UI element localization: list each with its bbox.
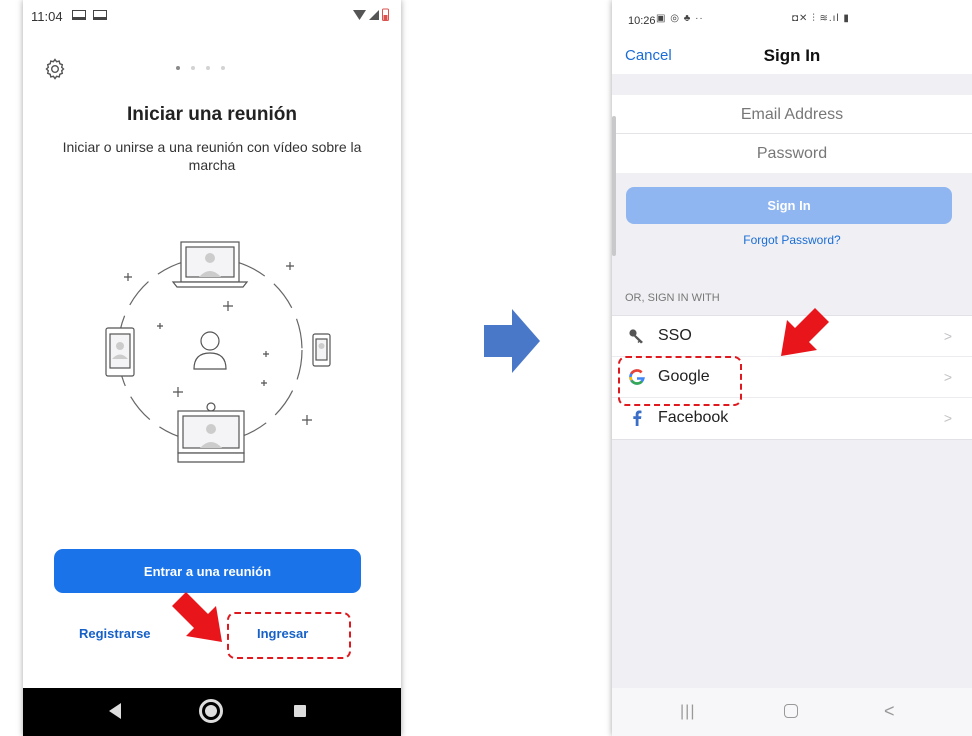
page-subtitle: Iniciar o unirse a una reunión con vídeo…	[62, 139, 362, 173]
red-pointer-arrow-icon	[781, 308, 829, 356]
back-icon[interactable]: <	[884, 701, 895, 722]
recent-apps-icon[interactable]: |||	[680, 703, 695, 721]
status-bar: 11:04	[23, 0, 401, 34]
page-indicator	[176, 66, 225, 70]
back-icon[interactable]	[109, 703, 121, 719]
zoom-signin-screen: 10:26 ▣ ◎ ♣ ·· ◘✕ ⫶ ≋.ıl ▮ Cancel Sign I…	[612, 0, 972, 736]
highlight-box	[227, 612, 351, 659]
register-link[interactable]: Registrarse	[79, 626, 151, 641]
home-icon[interactable]	[199, 699, 223, 723]
signin-with-label: OR, SIGN IN WITH	[625, 292, 720, 304]
provider-label: SSO	[658, 327, 692, 344]
join-meeting-button[interactable]: Entrar a una reunión	[54, 549, 361, 593]
signin-button[interactable]: Sign In	[626, 187, 952, 224]
home-icon[interactable]	[784, 704, 798, 718]
status-icons	[353, 8, 389, 21]
forgot-password-link[interactable]: Forgot Password?	[612, 233, 972, 247]
signin-header: 10:26 ▣ ◎ ♣ ·· ◘✕ ⫶ ≋.ıl ▮ Cancel Sign I…	[612, 0, 972, 74]
facebook-icon	[633, 410, 642, 426]
wifi-icon	[353, 9, 366, 20]
chevron-right-icon: >	[943, 328, 952, 344]
status-system-icons: ◘✕ ⫶ ≋.ıl ▮	[792, 13, 850, 24]
key-icon	[629, 329, 643, 344]
chevron-right-icon: >	[943, 369, 952, 385]
password-field[interactable]: Password	[612, 134, 972, 173]
page-title: Sign In	[763, 46, 821, 65]
page-title: Iniciar una reunión	[127, 104, 297, 125]
credentials-form: Email Address Password	[612, 95, 972, 173]
settings-gear-icon[interactable]	[43, 57, 67, 81]
red-pointer-arrow-icon	[172, 592, 222, 642]
chevron-right-icon: >	[943, 410, 952, 426]
notification-icon	[93, 10, 107, 20]
recent-apps-icon[interactable]	[294, 705, 306, 717]
page-dot	[206, 66, 210, 70]
email-field[interactable]: Email Address	[612, 95, 972, 134]
status-time: 11:04	[31, 9, 63, 24]
meeting-illustration	[105, 241, 331, 463]
next-step-arrow-icon	[484, 309, 540, 373]
tutorial-stage: 11:04 Iniciar una reunión Iniciar o unir…	[0, 0, 972, 736]
battery-icon	[382, 8, 389, 21]
provider-label: Facebook	[658, 409, 729, 426]
notification-icon	[72, 10, 86, 20]
android-nav-bar: ||| <	[612, 688, 972, 736]
android-nav-bar	[23, 688, 401, 736]
zoom-start-screen: 11:04 Iniciar una reunión Iniciar o unir…	[23, 0, 401, 736]
highlight-box	[618, 356, 742, 406]
signal-icon	[369, 9, 379, 20]
status-notification-icons: ▣ ◎ ♣ ··	[656, 13, 704, 24]
status-time: 10:26	[628, 15, 656, 27]
page-dot	[191, 66, 195, 70]
page-dot	[176, 66, 180, 70]
page-dot	[221, 66, 225, 70]
